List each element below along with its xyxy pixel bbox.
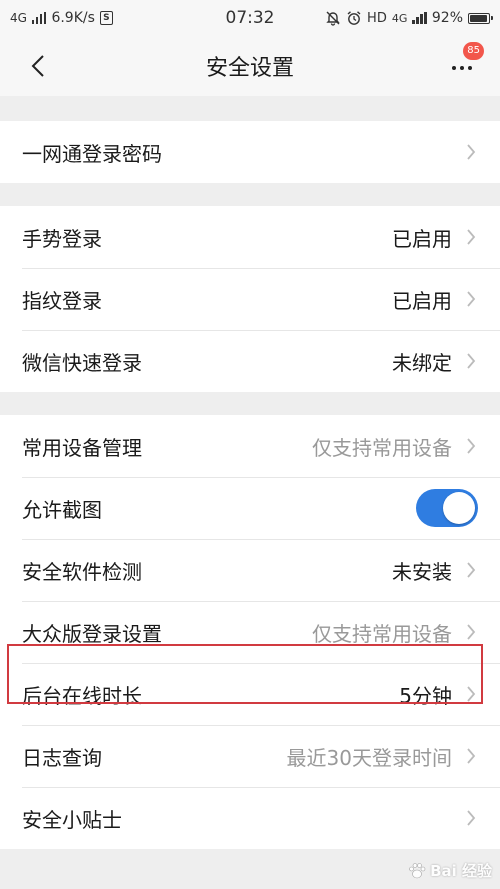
battery-icon <box>468 12 493 24</box>
chevron-right-icon <box>466 437 478 455</box>
row-allow-screenshot: 允许截图 <box>0 477 500 539</box>
row-label: 手势登录 <box>22 226 102 251</box>
app-notification-icon: S <box>99 11 113 25</box>
row-security-tips[interactable]: 安全小贴士 <box>0 787 500 849</box>
status-left: 4G 6.9K/s S <box>10 10 113 26</box>
section-gap <box>0 96 500 121</box>
row-gesture-login[interactable]: 手势登录 已启用 <box>0 206 500 268</box>
chevron-right-icon <box>466 809 478 827</box>
row-value: 已启用 <box>392 226 452 251</box>
row-public-login-settings[interactable]: 大众版登录设置 仅支持常用设备 <box>0 601 500 663</box>
row-background-online-duration[interactable]: 后台在线时长 5分钟 <box>0 663 500 725</box>
section-device: 常用设备管理 仅支持常用设备 允许截图 安全软件检测 未安装 大众版登录设置 仅… <box>0 415 500 849</box>
status-right: HD 4G 92% <box>325 10 493 26</box>
hd-indicator: HD <box>367 10 387 26</box>
section-gap <box>0 183 500 206</box>
mute-bell-icon <box>326 11 340 26</box>
section-login: 手势登录 已启用 指纹登录 已启用 微信快速登录 未绑定 <box>0 206 500 392</box>
row-label: 安全软件检测 <box>22 559 142 584</box>
row-label: 指纹登录 <box>22 288 102 313</box>
toggle-knob <box>443 492 475 524</box>
row-fingerprint-login[interactable]: 指纹登录 已启用 <box>0 268 500 330</box>
signal-icon <box>31 12 47 24</box>
row-value: 5分钟 <box>399 683 452 708</box>
row-label: 允许截图 <box>22 497 102 522</box>
chevron-right-icon <box>466 143 478 161</box>
row-security-software[interactable]: 安全软件检测 未安装 <box>0 539 500 601</box>
chevron-right-icon <box>466 228 478 246</box>
row-label: 常用设备管理 <box>22 435 142 460</box>
section-password: 一网通登录密码 <box>0 121 500 183</box>
network-type: 4G <box>10 11 27 25</box>
row-label: 一网通登录密码 <box>22 141 162 166</box>
chevron-right-icon <box>466 685 478 703</box>
row-value: 仅支持常用设备 <box>312 435 452 460</box>
row-wechat-login[interactable]: 微信快速登录 未绑定 <box>0 330 500 392</box>
baidu-jingyan-watermark: Bai 经验 <box>407 860 492 881</box>
row-value: 已启用 <box>392 288 452 313</box>
network-speed: 6.9K/s <box>51 10 95 26</box>
row-yiwangtong-password[interactable]: 一网通登录密码 <box>0 121 500 183</box>
row-value: 最近30天登录时间 <box>286 745 452 770</box>
row-label: 安全小贴士 <box>22 807 122 832</box>
more-menu-button[interactable]: 85 <box>444 42 484 86</box>
section-gap <box>0 392 500 415</box>
chevron-right-icon <box>466 290 478 308</box>
screenshot-toggle[interactable] <box>416 489 478 527</box>
chevron-right-icon <box>466 352 478 370</box>
row-label: 后台在线时长 <box>22 683 142 708</box>
row-value: 未绑定 <box>392 350 452 375</box>
row-label: 微信快速登录 <box>22 350 142 375</box>
chevron-left-icon <box>31 55 44 77</box>
more-dots-icon <box>452 66 472 70</box>
page-title: 安全设置 <box>205 56 294 81</box>
status-bar: 4G 6.9K/s S 07:32 HD 4G 92% <box>0 0 500 36</box>
chevron-right-icon <box>466 623 478 641</box>
chevron-right-icon <box>466 747 478 765</box>
row-value: 未安装 <box>392 559 452 584</box>
signal-icon-right <box>412 12 427 24</box>
row-device-management[interactable]: 常用设备管理 仅支持常用设备 <box>0 415 500 477</box>
row-label: 日志查询 <box>22 745 102 770</box>
notification-badge: 85 <box>463 42 484 60</box>
row-value: 仅支持常用设备 <box>312 621 452 646</box>
nav-bar: 安全设置 85 <box>0 36 500 96</box>
alarm-icon <box>347 11 361 25</box>
watermark-text: Bai 经验 <box>430 862 492 880</box>
back-button[interactable] <box>20 48 56 84</box>
row-label: 大众版登录设置 <box>22 621 162 646</box>
battery-percent: 92% <box>431 10 463 26</box>
network-type-right: 4G <box>391 11 408 25</box>
row-log-query[interactable]: 日志查询 最近30天登录时间 <box>0 725 500 787</box>
paw-logo-icon <box>409 862 426 878</box>
chevron-right-icon <box>466 561 478 579</box>
